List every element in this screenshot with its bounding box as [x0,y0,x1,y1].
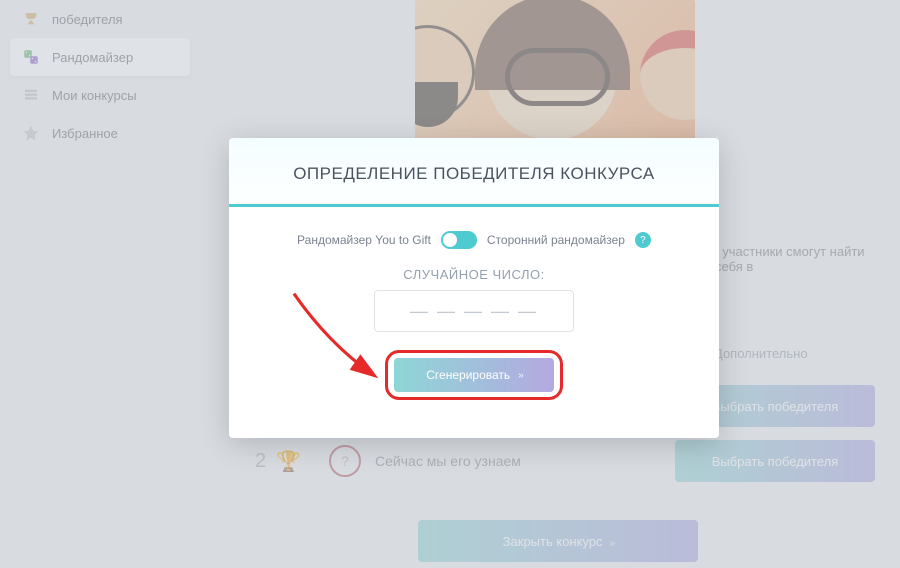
random-number-display: — — — — — [374,290,574,332]
generate-highlight-annotation: Сгенерировать » [385,350,563,400]
generate-button[interactable]: Сгенерировать » [394,358,554,392]
modal-divider [229,204,719,207]
option-internal-label: Рандомайзер You to Gift [297,233,431,247]
modal-title: ОПРЕДЕЛЕНИЕ ПОБЕДИТЕЛЯ КОНКУРСА [229,138,719,204]
chevron-right-icon: » [518,370,522,381]
help-icon[interactable]: ? [635,232,651,248]
randomizer-options: Рандомайзер You to Gift Сторонний рандом… [229,231,719,249]
winner-modal: ОПРЕДЕЛЕНИЕ ПОБЕДИТЕЛЯ КОНКУРСА Рандомай… [229,138,719,438]
random-number-label: СЛУЧАЙНОЕ ЧИСЛО: [229,267,719,282]
randomizer-toggle[interactable] [441,231,477,249]
option-external-label: Сторонний рандомайзер [487,233,625,247]
